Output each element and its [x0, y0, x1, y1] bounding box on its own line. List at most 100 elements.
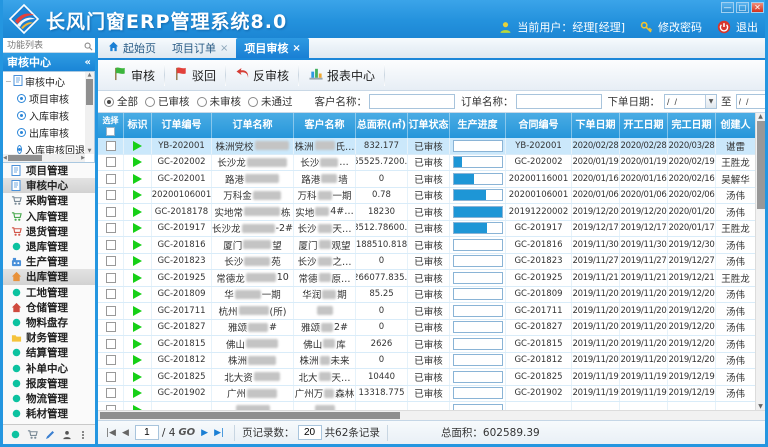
报表中心-button[interactable]: 报表中心 [299, 62, 384, 88]
table-row[interactable]: GC-2018178实地常栋实地4#…18230已审核2019122000220… [98, 204, 765, 221]
go-button[interactable]: GO [178, 427, 195, 438]
反审核-button[interactable]: 反审核 [226, 62, 298, 88]
logout-link[interactable]: 退出 [736, 19, 758, 35]
table-vertical-scrollbar[interactable]: ▲▼ [755, 113, 765, 410]
chevron-down-icon[interactable]: ▼ [705, 95, 716, 108]
sidebar-item-工地管理[interactable]: 工地管理 [3, 285, 95, 300]
quick-person-dark-icon[interactable] [62, 430, 72, 440]
row-checkbox[interactable] [106, 339, 116, 349]
quick-pen-icon[interactable] [45, 430, 55, 440]
table-row[interactable]: GC-201809华一期华润期85.25已审核GC-2018092019/11/… [98, 287, 765, 304]
sidebar-item-出库管理[interactable]: 出库管理 [3, 269, 95, 284]
sidebar-item-报废管理[interactable]: 报废管理 [3, 376, 95, 391]
table-row[interactable]: GC-201917长沙龙-2#长沙天…8512.78600..已审核GC-201… [98, 221, 765, 238]
tree-horizontal-scrollbar[interactable]: ◀▶ [3, 154, 85, 162]
table-row[interactable]: 20200106001万科金万科一期0.78已审核202001060012020… [98, 188, 765, 205]
radio-未审核[interactable]: 未审核 [197, 94, 242, 109]
tree-expand-icon[interactable]: − [5, 77, 13, 86]
table-row[interactable]: GC-201827雅颂#雅颂2#0已审核GC-2018272019/11/202… [98, 320, 765, 337]
驳回-button[interactable]: 驳回 [165, 62, 225, 88]
select-all-checkbox[interactable] [106, 127, 115, 136]
sidebar-item-物流管理[interactable]: 物流管理 [3, 391, 95, 406]
change-password-link[interactable]: 修改密码 [658, 19, 702, 35]
row-checkbox[interactable] [106, 405, 116, 410]
sidebar-item-耗材管理[interactable]: 耗材管理 [3, 406, 95, 421]
sidebar-item-物料盘存[interactable]: 物料盘存 [3, 315, 95, 330]
sidebar-item-财务管理[interactable]: 财务管理 [3, 330, 95, 345]
tree-node[interactable]: 出库审核 [5, 124, 84, 141]
sidebar-item-项目管理[interactable]: 项目管理 [3, 163, 95, 178]
row-checkbox[interactable] [106, 372, 116, 382]
radio-全部[interactable]: 全部 [104, 94, 138, 109]
prev-page-icon[interactable]: ◀ [122, 428, 129, 438]
tab-close-icon[interactable]: × [292, 43, 300, 54]
row-checkbox[interactable] [106, 190, 116, 200]
close-icon[interactable]: ✕ [751, 2, 764, 13]
quick-cart-gray-icon[interactable] [27, 429, 38, 440]
row-checkbox[interactable] [106, 273, 116, 283]
sidebar-item-退货管理[interactable]: 退货管理 [3, 224, 95, 239]
sidebar-item-采购管理[interactable]: 采购管理 [3, 193, 95, 208]
row-checkbox[interactable] [106, 240, 116, 250]
page-number-input[interactable] [135, 425, 159, 440]
maximize-icon[interactable]: □ [736, 2, 749, 13]
next-page-icon[interactable]: ▶ [201, 428, 208, 438]
table-row[interactable]: YB-202001株洲党校株洲氏…832.177已审核YB-2020012020… [98, 138, 765, 155]
table-row[interactable]: GC-202002长沙龙长沙…65525.7200..已审核GC-2020022… [98, 155, 765, 172]
sidebar-item-退库管理[interactable]: 退库管理 [3, 239, 95, 254]
table-row[interactable]: GC-201902广州广州万森林13318.775已审核GC-201902201… [98, 386, 765, 403]
radio-未通过[interactable]: 未通过 [248, 94, 293, 109]
row-checkbox[interactable] [106, 141, 116, 151]
tab-起始页[interactable]: 起始页 [100, 38, 164, 58]
row-checkbox[interactable] [106, 388, 116, 398]
table-body: YB-202001株洲党校株洲氏…832.177已审核YB-2020012020… [98, 138, 765, 410]
minimize-icon[interactable]: — [721, 2, 734, 13]
审核-button[interactable]: 审核 [104, 62, 164, 88]
row-checkbox[interactable] [106, 322, 116, 332]
table-row[interactable]: GC-201816厦门望厦门观望188510.818已审核GC-20181620… [98, 237, 765, 254]
table-row[interactable]: GC-201925常德龙10常德原…266077.835..已审核GC-2019… [98, 270, 765, 287]
sidebar-item-生产管理[interactable]: 生产管理 [3, 254, 95, 269]
sidebar-item-审核中心[interactable]: 审核中心 [3, 178, 95, 193]
tab-close-icon[interactable]: × [220, 43, 228, 54]
radio-已审核[interactable]: 已审核 [145, 94, 190, 109]
sidebar-item-补单中心[interactable]: 补单中心 [3, 360, 95, 375]
customer-name-input[interactable] [369, 94, 455, 109]
first-page-icon[interactable]: |◀ [106, 428, 116, 438]
order-name-input[interactable] [516, 94, 602, 109]
row-checkbox[interactable] [106, 289, 116, 299]
row-checkbox[interactable] [106, 157, 116, 167]
table-horizontal-scrollbar[interactable] [98, 410, 765, 420]
row-checkbox[interactable] [106, 355, 116, 365]
table-row[interactable] [98, 402, 765, 410]
tab-项目订单[interactable]: 项目订单× [164, 38, 236, 58]
order-date-to-input[interactable] [737, 97, 766, 107]
tab-项目审核[interactable]: 项目审核× [236, 38, 308, 58]
row-checkbox[interactable] [106, 223, 116, 233]
quick-more-icon[interactable] [79, 430, 87, 440]
tree-node-root[interactable]: −审核中心 [5, 73, 84, 90]
table-row[interactable]: GC-201711杭州(所)0已审核GC-2017112019/11/20201… [98, 303, 765, 320]
tree-node[interactable]: 入库审核 [5, 107, 84, 124]
tree-node[interactable]: 项目审核 [5, 90, 84, 107]
tree-vertical-scrollbar[interactable]: ▲▼ [85, 72, 94, 154]
quick-dot-icon[interactable] [11, 430, 20, 439]
table-row[interactable]: GC-201825北大资北大天…10440已审核GC-2018252019/11… [98, 369, 765, 386]
row-checkbox[interactable] [106, 207, 116, 217]
table-row[interactable]: GC-201815佛山佛山库2626已审核GC-2018152019/11/20… [98, 336, 765, 353]
sidebar-item-仓储管理[interactable]: 仓储管理 [3, 300, 95, 315]
sidebar-item-结算管理[interactable]: 结算管理 [3, 345, 95, 360]
row-checkbox[interactable] [106, 306, 116, 316]
table-row[interactable]: GC-202001路港路港墙0已审核202001160012020/01/162… [98, 171, 765, 188]
sidebar-item-入库管理[interactable]: 入库管理 [3, 209, 95, 224]
table-row[interactable]: GC-201812株洲株洲未来0已审核GC-2018122019/11/2020… [98, 353, 765, 370]
row-checkbox[interactable] [106, 174, 116, 184]
row-checkbox[interactable] [106, 256, 116, 266]
collapse-icon[interactable]: « [85, 57, 91, 68]
page-size-input[interactable] [298, 425, 322, 440]
progress-cell [450, 369, 506, 385]
last-page-icon[interactable]: ▶| [214, 428, 224, 438]
function-search-input[interactable] [5, 39, 84, 51]
table-row[interactable]: GC-201823长沙苑长沙之…0已审核GC-2018232019/11/272… [98, 254, 765, 271]
order-date-from-input[interactable] [665, 97, 705, 107]
